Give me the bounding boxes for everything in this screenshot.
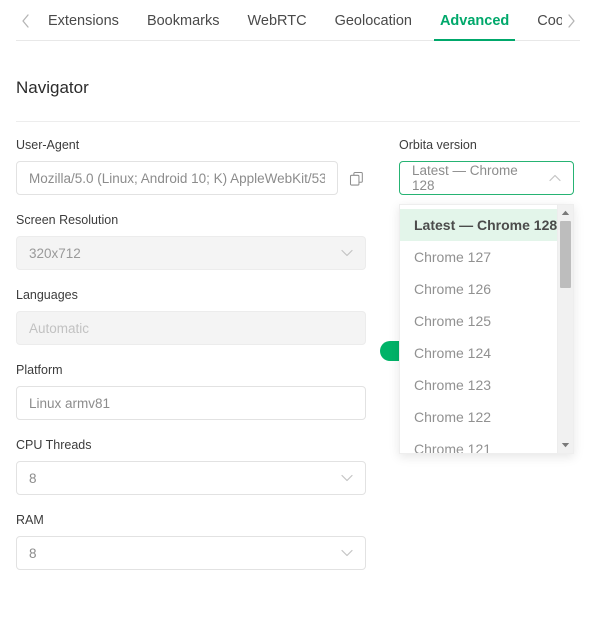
field-orbita-version: Orbita version Latest — Chrome 128 [399,138,580,195]
tab-label: WebRTC [247,12,307,29]
tab-label: Geolocation [334,12,412,29]
input-row: Mozilla/5.0 (Linux; Android 10; K) Apple… [16,161,366,195]
dropdown-option[interactable]: Chrome 126 [400,273,557,305]
dropdown-scrollbar[interactable] [557,205,573,453]
copy-icon[interactable] [346,168,366,188]
tab-label: Cookies [537,12,562,29]
cpu-threads-value: 8 [29,470,37,486]
orbita-version-dropdown: Latest — Chrome 128 Chrome 127 Chrome 12… [399,204,574,454]
tab-cookies[interactable]: Cookies [523,0,562,41]
dropdown-option-label: Chrome 127 [414,249,492,265]
screen-resolution-value: 320x712 [29,245,81,261]
tab-list: Extensions Bookmarks WebRTC Geolocation … [34,0,562,41]
chevron-up-icon [549,174,561,182]
dropdown-option[interactable]: Chrome 124 [400,337,557,369]
dropdown-option-label: Chrome 123 [414,377,492,393]
dropdown-option-label: Chrome 121 [414,441,492,453]
tab-bookmarks[interactable]: Bookmarks [133,0,234,41]
platform-value: Linux armv81 [29,395,111,411]
field-label: Screen Resolution [16,213,119,227]
field-label: Orbita version [399,138,477,152]
orbita-version-option-list: Latest — Chrome 128 Chrome 127 Chrome 12… [400,205,557,453]
tab-label: Bookmarks [146,12,220,29]
field-ram: RAM 8 [16,513,366,570]
advanced-panel: Navigator User-Agent Mozilla/5.0 (Linux;… [0,41,596,588]
platform-input[interactable]: Linux armv81 [16,386,366,420]
tab-advanced[interactable]: Advanced [426,0,523,41]
dropdown-option[interactable]: Latest — Chrome 128 [400,209,557,241]
field-label: CPU Threads [16,438,92,452]
dropdown-option-label: Latest — Chrome 128 [414,217,557,233]
tab-bar: Extensions Bookmarks WebRTC Geolocation … [0,0,596,41]
dropdown-option[interactable]: Chrome 121 [400,433,557,453]
screen-resolution-select[interactable]: 320x712 [16,236,366,270]
section-title-navigator: Navigator [16,78,89,97]
ram-select[interactable]: 8 [16,536,366,570]
dropdown-option-label: Chrome 126 [414,281,492,297]
chevron-down-icon [341,249,353,257]
user-agent-input[interactable]: Mozilla/5.0 (Linux; Android 10; K) Apple… [16,161,338,195]
field-label: RAM [16,513,44,527]
ram-value: 8 [29,545,37,561]
field-label: Languages [16,288,78,302]
tab-geolocation[interactable]: Geolocation [321,0,426,41]
languages-input[interactable]: Automatic [16,311,366,345]
field-platform: Platform Linux armv81 [16,363,366,420]
dropdown-option[interactable]: Chrome 125 [400,305,557,337]
dropdown-scrollbar-thumb[interactable] [560,221,571,288]
field-label: User-Agent [16,138,80,152]
field-languages: Languages Automatic [16,288,366,345]
cpu-threads-select[interactable]: 8 [16,461,366,495]
form-column-right: Orbita version Latest — Chrome 128 Lates… [366,138,580,588]
scroll-up-arrow-icon[interactable] [558,206,573,220]
chevron-right-icon[interactable] [562,13,580,28]
field-label: Platform [16,363,63,377]
tab-webrtc[interactable]: WebRTC [233,0,320,41]
field-cpu-threads: CPU Threads 8 [16,438,366,495]
field-screen-resolution: Screen Resolution 320x712 [16,213,366,270]
chevron-down-icon [341,549,353,557]
field-user-agent: User-Agent Mozilla/5.0 (Linux; Android 1… [16,138,366,195]
dropdown-option[interactable]: Chrome 122 [400,401,557,433]
dropdown-option-label: Chrome 125 [414,313,492,329]
navigator-form: User-Agent Mozilla/5.0 (Linux; Android 1… [16,122,580,588]
languages-placeholder: Automatic [29,320,90,336]
orbita-version-select[interactable]: Latest — Chrome 128 [399,161,574,195]
dropdown-option-label: Chrome 124 [414,345,492,361]
dropdown-option-label: Chrome 122 [414,409,492,425]
scroll-down-arrow-icon[interactable] [558,438,573,452]
orbita-version-value: Latest — Chrome 128 [412,163,518,193]
dropdown-option[interactable]: Chrome 127 [400,241,557,273]
tab-extensions[interactable]: Extensions [34,0,133,41]
chevron-down-icon [341,474,353,482]
dropdown-option[interactable]: Chrome 123 [400,369,557,401]
chevron-left-icon[interactable] [16,13,34,28]
tab-label: Advanced [439,12,510,29]
tab-label: Extensions [48,12,119,29]
user-agent-value: Mozilla/5.0 (Linux; Android 10; K) Apple… [29,170,325,186]
form-column-left: User-Agent Mozilla/5.0 (Linux; Android 1… [16,138,366,588]
